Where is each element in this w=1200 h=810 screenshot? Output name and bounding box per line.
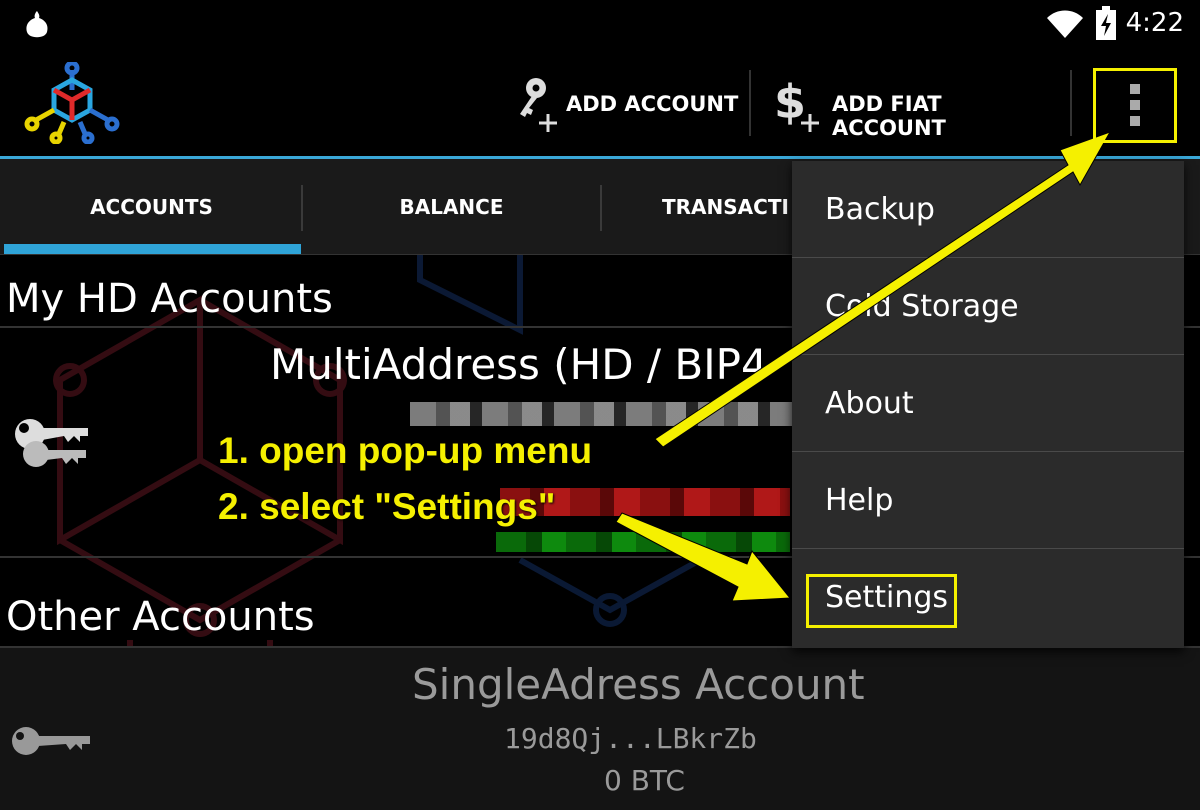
highlight-overflow-button	[1093, 68, 1177, 143]
onion-notification-icon	[26, 11, 48, 38]
tab-accounts[interactable]: ACCOUNTS	[0, 159, 303, 255]
keys-icon	[15, 419, 88, 467]
hd-account-address-obscured	[410, 402, 792, 426]
status-time: 4:22	[1125, 8, 1184, 38]
annotation-step-1: 1. open pop-up menu	[218, 430, 593, 471]
add-fiat-account-button[interactable]: $ ADD FIAT ACCOUNT	[770, 70, 1060, 140]
dollar-plus-icon: $	[774, 75, 819, 132]
svg-text:$: $	[774, 75, 806, 129]
hd-account-fiat-obscured	[496, 532, 790, 552]
action-divider	[749, 70, 751, 136]
menu-item-about[interactable]: About	[792, 355, 1184, 452]
tab-selected-indicator	[4, 244, 301, 254]
add-fiat-account-label: ADD FIAT ACCOUNT	[832, 92, 946, 140]
highlight-settings-item	[806, 574, 957, 628]
menu-item-help[interactable]: Help	[792, 452, 1184, 549]
key-plus-icon	[520, 78, 557, 132]
wifi-icon	[1047, 10, 1083, 38]
action-bar-divider	[0, 156, 1200, 159]
key-icon	[12, 727, 90, 755]
single-account-name: SingleAdress Account	[412, 660, 865, 709]
add-account-button[interactable]: ADD ACCOUNT	[506, 70, 742, 136]
mycelium-logo-icon	[24, 62, 120, 144]
battery-charging-icon	[1096, 6, 1116, 40]
annotation-step-2: 2. select "Settings"	[218, 486, 556, 527]
tab-balance[interactable]: BALANCE	[303, 159, 600, 255]
single-account-balance: 0 BTC	[604, 764, 685, 797]
single-account-address: 19d8Qj...LBkrZb	[504, 722, 757, 755]
hd-account-name: MultiAddress (HD / BIP4	[270, 340, 768, 389]
add-account-label: ADD ACCOUNT	[566, 92, 739, 116]
action-divider	[1070, 70, 1072, 136]
status-bar	[0, 0, 1200, 48]
menu-item-cold-storage[interactable]: Cold Storage	[792, 258, 1184, 355]
hd-accounts-header: My HD Accounts	[6, 276, 333, 322]
menu-item-backup[interactable]: Backup	[792, 161, 1184, 258]
other-accounts-header: Other Accounts	[6, 594, 315, 640]
